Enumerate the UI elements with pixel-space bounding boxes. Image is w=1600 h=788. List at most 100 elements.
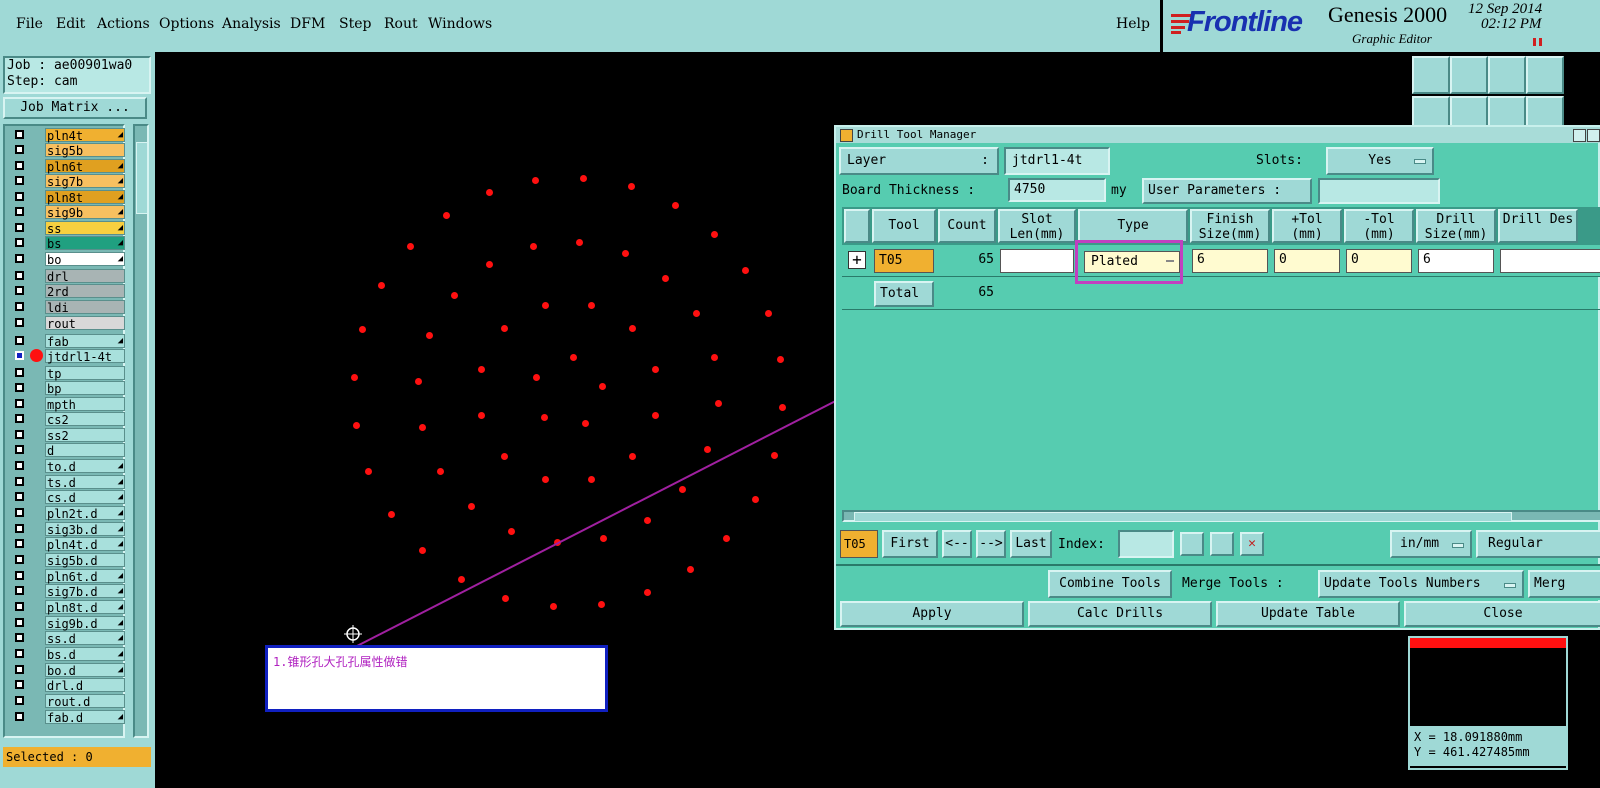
slot-len-field[interactable] [1000, 249, 1074, 273]
tool-cell[interactable]: T05 [874, 249, 934, 273]
combine-tools-button[interactable]: Combine Tools [1048, 570, 1172, 598]
menu-help[interactable]: Help [1116, 16, 1150, 32]
layer-row[interactable]: tp [13, 366, 127, 381]
menu-options[interactable]: Options [159, 16, 214, 32]
home-up-icon[interactable] [1412, 56, 1450, 94]
layer-checkbox[interactable] [15, 176, 24, 185]
drill-des-field[interactable] [1500, 249, 1600, 273]
row-expand-icon[interactable]: + [848, 251, 866, 269]
user-parameters-field[interactable] [1318, 178, 1440, 204]
layer-row[interactable]: sig7b ◢ [13, 174, 127, 189]
layer-row[interactable]: fab.d ◢ [13, 710, 127, 725]
layer-name[interactable]: ss [45, 221, 125, 236]
layer-row[interactable]: pln8t.d ◢ [13, 600, 127, 615]
layer-row[interactable]: pln6t.d ◢ [13, 569, 127, 584]
layer-name[interactable]: drl [45, 269, 125, 284]
menu-analysis[interactable]: Analysis [222, 16, 281, 32]
layer-name[interactable]: mpth [45, 397, 125, 412]
layer-name[interactable]: rout [45, 316, 125, 331]
layer-name[interactable]: sig7b [45, 174, 125, 189]
layer-row[interactable]: 2rd [13, 284, 127, 299]
layer-name[interactable]: cs2 [45, 412, 125, 427]
layer-checkbox[interactable] [15, 445, 24, 454]
layer-row[interactable]: d [13, 443, 127, 458]
layer-checkbox[interactable] [15, 571, 24, 580]
layer-row[interactable]: bp [13, 381, 127, 396]
layer-name[interactable]: cs.d [45, 490, 125, 505]
layer-checkbox[interactable] [15, 254, 24, 263]
layer-row[interactable]: pln6t ◢ [13, 159, 127, 174]
layer-name[interactable]: sig5b [45, 143, 125, 158]
layer-row[interactable]: bo.d ◢ [13, 663, 127, 678]
next-button[interactable]: --> [976, 530, 1006, 558]
update-table-button[interactable]: Update Table [1216, 601, 1400, 627]
delete-tool-icon[interactable]: ✕ [1240, 532, 1264, 556]
layer-button[interactable]: Layer : [839, 147, 999, 175]
layer-row[interactable]: ss2 [13, 428, 127, 443]
layer-name[interactable]: to.d [45, 459, 125, 474]
layer-checkbox[interactable] [15, 238, 24, 247]
layer-name[interactable]: sig7b.d [45, 584, 125, 599]
layer-row[interactable]: sig5b.d [13, 553, 127, 568]
layer-row[interactable]: ss ◢ [13, 221, 127, 236]
layer-row[interactable]: sig9b.d ◢ [13, 616, 127, 631]
table-horizontal-scrollbar[interactable] [842, 510, 1600, 522]
layer-name[interactable]: bs.d [45, 647, 125, 662]
layer-row[interactable]: bo ◢ [13, 252, 127, 267]
layer-name[interactable]: sig5b.d [45, 553, 125, 568]
apply-button[interactable]: Apply [840, 601, 1024, 627]
minimize-icon[interactable] [1573, 129, 1586, 142]
mode-dropdown[interactable]: Regular [1476, 530, 1600, 558]
layer-checkbox[interactable] [15, 192, 24, 201]
layer-row[interactable]: bs.d ◢ [13, 647, 127, 662]
layer-name[interactable]: fab.d [45, 710, 125, 725]
layer-checkbox[interactable] [15, 461, 24, 470]
layer-row[interactable]: pln4t ◢ [13, 128, 127, 143]
layer-checkbox[interactable] [15, 318, 24, 327]
window-menu-icon[interactable] [840, 129, 853, 142]
layer-name[interactable]: pln8t [45, 190, 125, 205]
layer-name[interactable]: sig3b.d [45, 522, 125, 537]
layer-row[interactable]: sig7b.d ◢ [13, 584, 127, 599]
layer-checkbox[interactable] [15, 414, 24, 423]
plus-tol-field[interactable]: 0 [1274, 249, 1340, 273]
minus-tol-field[interactable]: 0 [1346, 249, 1412, 273]
layer-checkbox[interactable] [15, 539, 24, 548]
scrollbar-thumb[interactable] [136, 142, 148, 214]
layer-name[interactable]: d [45, 443, 125, 458]
layer-checkbox[interactable] [15, 508, 24, 517]
layer-checkbox[interactable] [15, 286, 24, 295]
layer-scrollbar[interactable] [133, 124, 149, 738]
layer-checkbox[interactable] [15, 302, 24, 311]
layer-checkbox[interactable] [15, 145, 24, 154]
menu-file[interactable]: File [16, 16, 43, 32]
layer-checkbox[interactable] [15, 368, 24, 377]
layer-row[interactable]: cs2 [13, 412, 127, 427]
finish-size-field[interactable]: 6 [1192, 249, 1268, 273]
update-tools-numbers-dropdown[interactable]: Update Tools Numbers [1318, 570, 1524, 598]
index-field[interactable] [1118, 530, 1174, 558]
edit-tool-icon[interactable] [1210, 532, 1234, 556]
layer-name[interactable]: bo [45, 252, 125, 267]
layer-name[interactable]: ss2 [45, 428, 125, 443]
layer-checkbox[interactable] [15, 383, 24, 392]
layer-row[interactable]: to.d ◢ [13, 459, 127, 474]
last-button[interactable]: Last [1010, 530, 1052, 558]
layer-name[interactable]: tp [45, 366, 125, 381]
hscroll-thumb[interactable] [854, 512, 1512, 522]
layer-row[interactable]: ss.d ◢ [13, 631, 127, 646]
layer-row[interactable]: jtdrl1-4t [13, 349, 127, 364]
layer-name[interactable]: drl.d [45, 678, 125, 693]
search-tool-icon[interactable] [1180, 532, 1204, 556]
layer-checkbox[interactable] [15, 555, 24, 564]
layer-row[interactable]: pln8t ◢ [13, 190, 127, 205]
layer-checkbox[interactable] [15, 477, 24, 486]
layer-field[interactable]: jtdrl1-4t [1004, 147, 1110, 175]
layer-row[interactable]: mpth [13, 397, 127, 412]
slots-dropdown[interactable]: Yes [1326, 147, 1434, 175]
board-thickness-field[interactable]: 4750 [1008, 178, 1106, 202]
layer-checkbox[interactable] [15, 618, 24, 627]
layer-name[interactable]: sig9b.d [45, 616, 125, 631]
menu-step[interactable]: Step [339, 16, 371, 32]
layer-row[interactable]: rout [13, 316, 127, 331]
